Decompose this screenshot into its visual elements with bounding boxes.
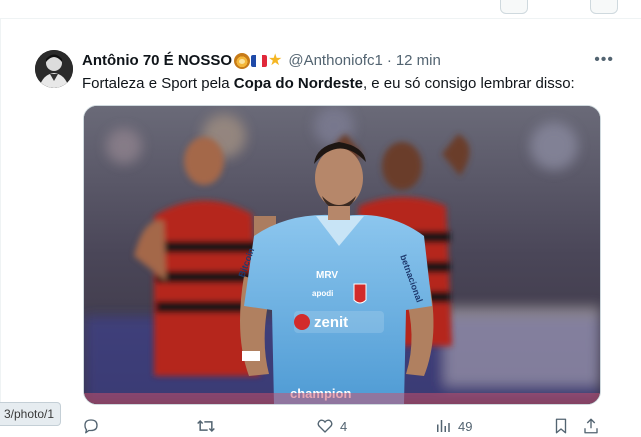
tweet-text: Fortaleza e Sport pela Copa do Nordeste,… <box>82 74 575 94</box>
star-icon: ★ <box>268 52 283 69</box>
name-badges: ★ <box>234 53 282 69</box>
status-url-tooltip: 3/photo/1 <box>0 402 62 426</box>
user-handle[interactable]: @Anthoniofc1 <box>288 51 382 71</box>
tweet-actions: 4 49 <box>82 417 602 437</box>
display-name[interactable]: Antônio 70 É NOSSO <box>82 51 232 71</box>
sponsor-mrv-text: MRV <box>316 270 338 281</box>
tweet-text-end: , e eu só consigo lembrar disso: <box>362 75 575 92</box>
views-chart-icon <box>437 420 450 432</box>
views-button[interactable]: 49 <box>434 417 472 435</box>
previous-tweet-edge <box>0 0 641 19</box>
more-options-icon[interactable]: ••• <box>594 52 614 68</box>
bookmark-button[interactable] <box>552 417 570 435</box>
prev-action-chip <box>590 0 618 14</box>
football-player-photo: zenit MRV apodi champion Bitcoin betnaci… <box>84 106 600 404</box>
reply-button[interactable] <box>82 417 106 435</box>
sponsor-zenit-text: zenit <box>314 314 348 331</box>
retweet-icon <box>197 419 215 433</box>
like-button[interactable]: 4 <box>316 417 347 435</box>
tweet-header: Antônio 70 É NOSSO ★ @Anthoniofc1 · 12 m… <box>82 51 441 71</box>
france-flag-icon <box>251 55 267 67</box>
timestamp[interactable]: 12 min <box>396 51 441 71</box>
tweet-text-bold: Copa do Nordeste <box>233 75 363 92</box>
bookmark-icon <box>555 418 567 434</box>
tweet-photo[interactable]: zenit MRV apodi champion Bitcoin betnaci… <box>83 105 601 405</box>
like-count: 4 <box>340 418 348 434</box>
prev-action-chip <box>500 0 528 14</box>
sponsor-apodi-text: apodi <box>312 289 333 298</box>
reply-icon <box>84 419 98 434</box>
retweet-button[interactable] <box>196 417 222 435</box>
separator-dot: · <box>386 52 392 69</box>
lion-icon <box>234 53 251 69</box>
tweet-text-start: Fortaleza e Sport pela <box>82 75 234 92</box>
views-count: 49 <box>458 418 473 434</box>
heart-icon <box>317 419 333 433</box>
share-button[interactable] <box>582 417 600 435</box>
tweet[interactable]: Antônio 70 É NOSSO ★ @Anthoniofc1 · 12 m… <box>0 19 641 434</box>
share-icon <box>584 418 598 434</box>
avatar[interactable] <box>35 50 73 88</box>
avatar-image <box>35 50 73 88</box>
